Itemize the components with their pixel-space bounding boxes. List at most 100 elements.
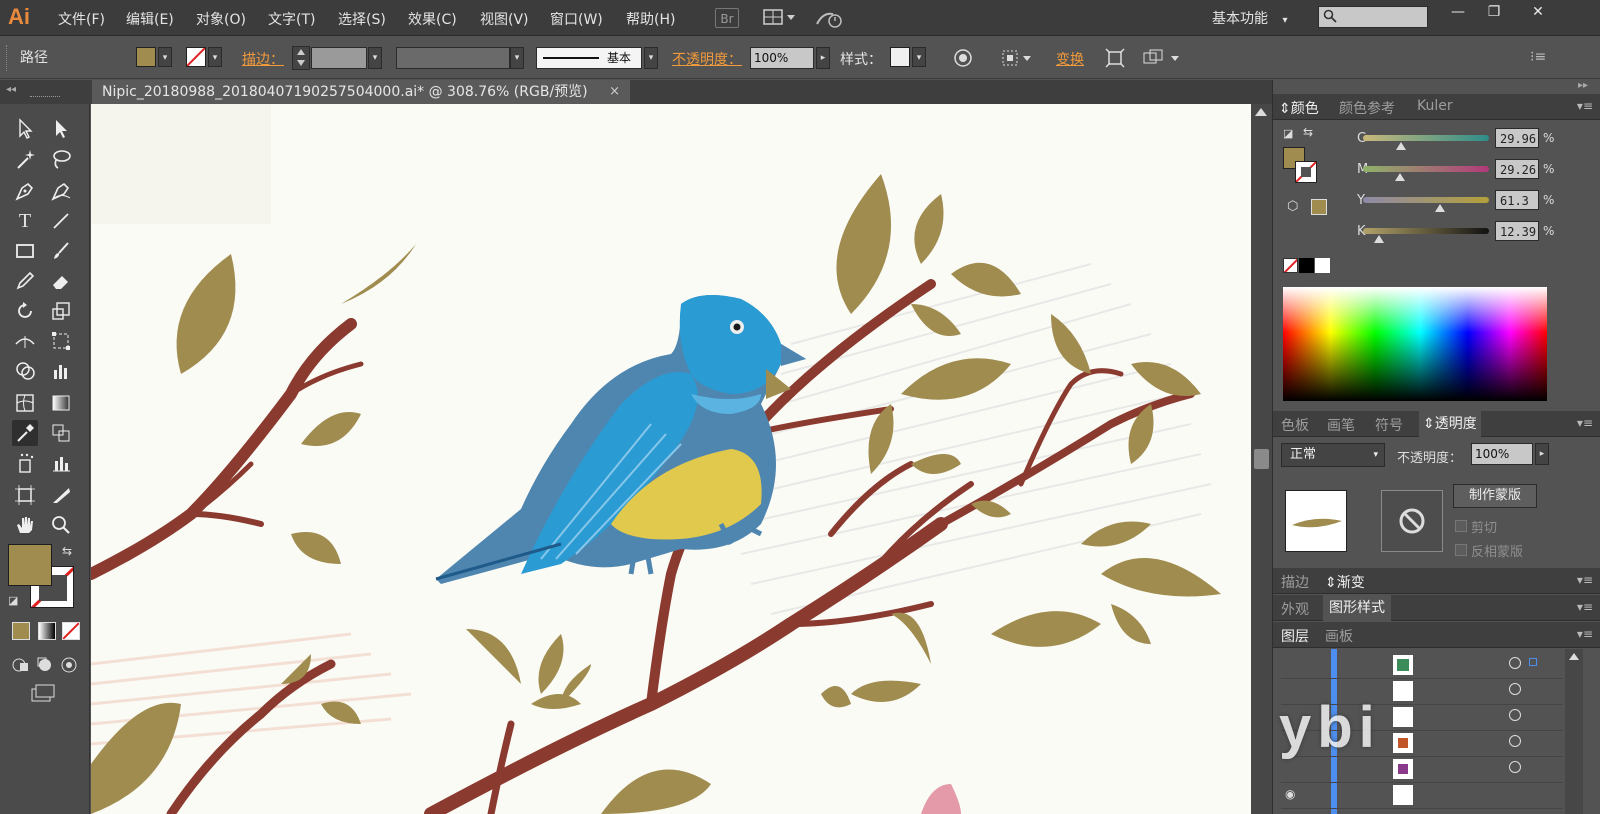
slider-k-value[interactable]: 12.39 <box>1495 221 1539 241</box>
web-safe-swatch[interactable] <box>1311 199 1327 215</box>
menu-help[interactable]: 帮助(H) <box>626 9 675 29</box>
stroke-dropdown[interactable]: ▾ <box>208 47 222 67</box>
menu-effect[interactable]: 效果(C) <box>408 9 457 29</box>
slider-k-track[interactable] <box>1363 228 1489 234</box>
layers-panel-menu-icon[interactable]: ▾≡ <box>1577 627 1593 641</box>
menu-file[interactable]: 文件(F) <box>58 9 105 29</box>
none-mode-button[interactable] <box>62 622 80 640</box>
appearance-panel-menu-icon[interactable]: ▾≡ <box>1577 600 1593 614</box>
fill-color-front[interactable] <box>8 544 52 586</box>
transparency-opacity-flyout[interactable]: ▸ <box>1535 443 1549 465</box>
drag-grip[interactable] <box>6 45 9 71</box>
default-fill-stroke-icon[interactable]: ◪ <box>1283 127 1293 140</box>
slider-k-knob[interactable] <box>1373 235 1384 243</box>
draw-inside-icon[interactable] <box>58 652 80 678</box>
recolor-artwork-icon[interactable] <box>950 45 976 71</box>
target-icon[interactable] <box>1509 683 1521 695</box>
curvature-tool-icon[interactable] <box>48 178 74 204</box>
transparency-opacity-field[interactable]: 100% <box>1471 443 1533 465</box>
collapse-toolbox-icon[interactable]: ◂◂ <box>6 84 16 95</box>
tab-appearance[interactable]: 外观 <box>1281 599 1309 619</box>
screen-mode-icon[interactable] <box>28 680 58 706</box>
color-panel-stroke[interactable] <box>1295 161 1317 183</box>
free-transform-tool-icon[interactable] <box>48 328 74 354</box>
stroke-weight-field[interactable] <box>311 47 367 69</box>
scroll-thumb[interactable] <box>1254 449 1269 469</box>
rectangle-tool-icon[interactable] <box>12 238 38 264</box>
slider-m-knob[interactable] <box>1394 173 1405 181</box>
fill-dropdown[interactable]: ▾ <box>158 47 172 67</box>
invert-mask-checkbox[interactable] <box>1455 544 1467 556</box>
menu-type[interactable]: 文字(T) <box>268 9 315 29</box>
column-graph-tool-icon[interactable] <box>48 450 74 476</box>
pen-tool-icon[interactable] <box>12 178 38 204</box>
close-document-button[interactable]: × <box>609 80 620 104</box>
slider-c-track[interactable] <box>1363 135 1489 141</box>
swap-icon[interactable]: ⇆ <box>1303 125 1313 139</box>
width-tool-icon[interactable] <box>12 328 38 354</box>
eraser-tool-icon[interactable] <box>48 268 74 294</box>
rotate-tool-icon[interactable] <box>12 298 38 324</box>
slider-m-track[interactable] <box>1363 166 1489 172</box>
document-tab[interactable]: Nipic_20180988_20180407190257504000.ai* … <box>92 80 630 104</box>
color-panel-menu-icon[interactable]: ▾≡ <box>1577 99 1593 113</box>
gpu-performance-icon[interactable] <box>814 8 844 28</box>
select-similar-icon[interactable] <box>1140 45 1182 71</box>
close-window-button[interactable]: ✕ <box>1516 0 1560 26</box>
variable-width-dropdown[interactable]: ▾ <box>510 47 524 69</box>
blend-tool-icon[interactable] <box>48 420 74 446</box>
tab-graphic-styles[interactable]: 图形样式 <box>1323 595 1391 621</box>
shape-builder-tool-icon[interactable] <box>12 358 38 384</box>
hand-tool-icon[interactable] <box>12 512 38 538</box>
menu-edit[interactable]: 编辑(E) <box>126 9 174 29</box>
line-segment-tool-icon[interactable] <box>48 208 74 234</box>
slider-m-value[interactable]: 29.26 <box>1495 159 1539 179</box>
pencil-tool-icon[interactable] <box>12 268 38 294</box>
mesh-tool-icon[interactable] <box>12 390 38 416</box>
stroke-weight-stepper[interactable] <box>292 46 310 70</box>
align-options-icon[interactable] <box>998 45 1034 71</box>
slider-c-knob[interactable] <box>1395 142 1406 150</box>
color-mode-button[interactable] <box>12 622 30 640</box>
eye-icon[interactable]: ◉ <box>1285 787 1295 801</box>
workspace-switcher[interactable]: 基本功能 ▾ <box>1212 8 1287 28</box>
slider-y-track[interactable] <box>1363 197 1489 203</box>
stroke-weight-dropdown[interactable]: ▾ <box>368 47 382 69</box>
paintbrush-tool-icon[interactable] <box>48 238 74 264</box>
selection-tool-icon[interactable] <box>12 116 38 142</box>
arrange-documents-icon[interactable] <box>762 8 798 28</box>
symbol-sprayer-tool-icon[interactable] <box>12 450 38 476</box>
graphic-style-dropdown[interactable]: ▾ <box>912 47 926 67</box>
collapse-dock-icon[interactable]: ▸▸ <box>1578 80 1588 91</box>
menu-window[interactable]: 窗口(W) <box>550 9 603 29</box>
target-icon[interactable] <box>1509 709 1521 721</box>
slider-y-value[interactable]: 61.3 <box>1495 190 1539 210</box>
stroke-panel-menu-icon[interactable]: ▾≡ <box>1577 573 1593 587</box>
color-spectrum[interactable] <box>1283 287 1547 401</box>
layer-row[interactable]: ◉ <box>1281 783 1563 809</box>
control-bar-menu-icon[interactable]: ⁝≡ <box>1530 49 1546 65</box>
selection-indicator[interactable] <box>1529 658 1537 666</box>
artboard-canvas[interactable] <box>91 104 1251 814</box>
slider-c-value[interactable]: 29.96 <box>1495 128 1539 148</box>
artboard-tool-icon[interactable] <box>12 482 38 508</box>
gradient-mode-button[interactable] <box>38 622 56 640</box>
brush-definition[interactable]: 基本 <box>536 47 642 69</box>
white-swatch[interactable] <box>1315 258 1330 273</box>
black-swatch[interactable] <box>1299 258 1314 273</box>
stroke-label-link[interactable]: 描边： <box>242 49 284 69</box>
none-swatch[interactable] <box>1283 258 1298 273</box>
draw-behind-icon[interactable] <box>34 652 56 678</box>
minimize-button[interactable]: — <box>1438 0 1478 26</box>
zoom-tool-icon[interactable] <box>48 512 74 538</box>
tab-stroke[interactable]: 描边 <box>1281 572 1309 592</box>
canvas-vertical-scrollbar[interactable] <box>1251 104 1272 814</box>
target-icon[interactable] <box>1509 735 1521 747</box>
tab-kuler[interactable]: Kuler <box>1417 98 1453 114</box>
scroll-up-arrow[interactable] <box>1569 653 1579 660</box>
default-colors-icon[interactable]: ◪ <box>8 594 18 607</box>
out-of-gamut-cube-icon[interactable]: ⬡ <box>1287 199 1298 214</box>
scroll-up-arrow[interactable] <box>1255 108 1267 116</box>
tab-color-guide[interactable]: 颜色参考 <box>1339 98 1395 118</box>
scale-tool-icon[interactable] <box>48 298 74 324</box>
